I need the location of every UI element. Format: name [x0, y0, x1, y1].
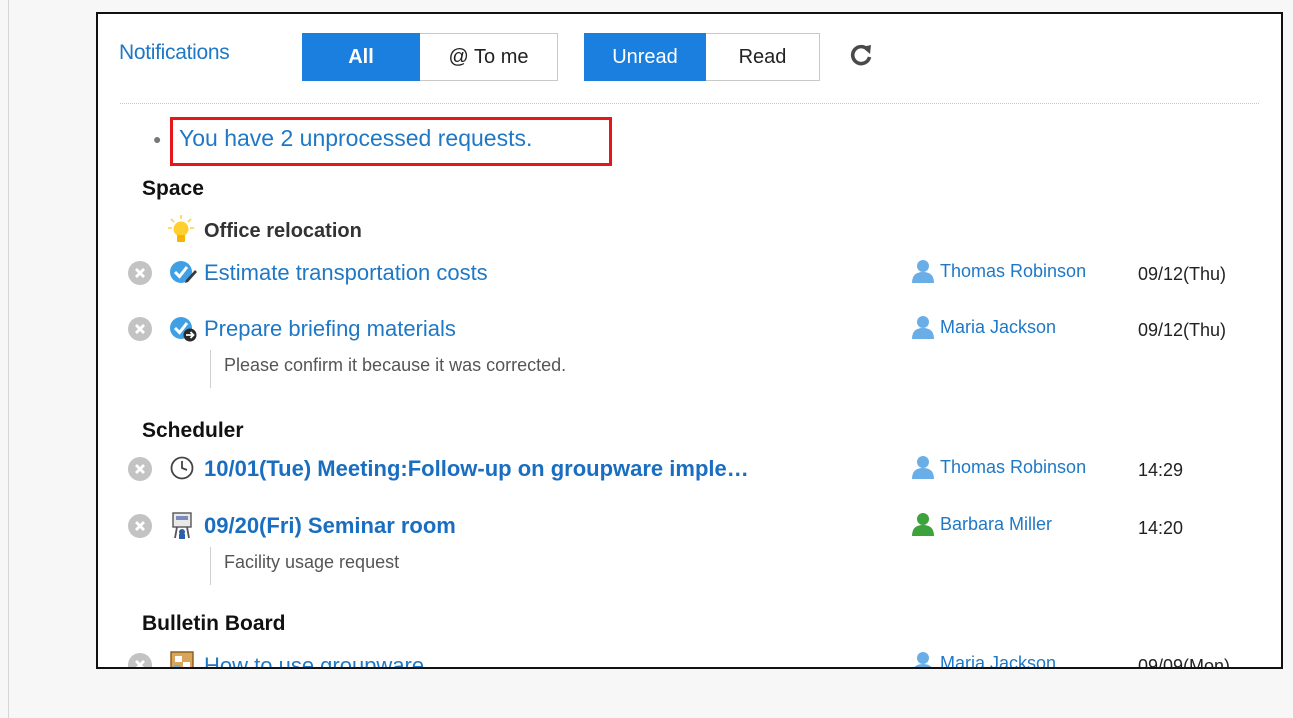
- user-name: Maria Jackson: [940, 316, 1057, 337]
- dismiss-icon[interactable]: [128, 261, 152, 285]
- notification-title-link[interactable]: Prepare briefing materials: [204, 316, 456, 342]
- left-divider: [8, 0, 9, 718]
- filter-unread-button[interactable]: Unread: [584, 33, 706, 81]
- timestamp: 09/12(Thu): [1138, 264, 1227, 284]
- user-link[interactable]: Maria Jackson: [910, 314, 1056, 340]
- timestamp: 09/09(Mon): [1138, 656, 1231, 669]
- user-icon: [912, 316, 934, 339]
- notification-comment: Please confirm it because it was correct…: [210, 350, 566, 388]
- user-link[interactable]: Thomas Robinson: [910, 454, 1086, 480]
- filter-all-button[interactable]: All: [302, 33, 420, 81]
- subgroup-title: Office relocation: [204, 220, 362, 242]
- dismiss-icon[interactable]: [128, 514, 152, 538]
- section-title-scheduler: Scheduler: [142, 419, 244, 442]
- notification-title-link[interactable]: 09/20(Fri) Seminar room: [204, 513, 456, 539]
- notification-title-link[interactable]: 10/01(Tue) Meeting:Follow-up on groupwar…: [204, 456, 749, 482]
- user-icon: [912, 260, 934, 283]
- notifications-header: Notifications All @ To me Unread Read: [98, 14, 1281, 94]
- task-edit-icon: [169, 258, 197, 286]
- facility-icon: [169, 511, 197, 539]
- notification-title-link[interactable]: How to use groupware: [204, 653, 424, 667]
- timestamp: 14:29: [1138, 460, 1184, 480]
- lightbulb-icon: [168, 215, 196, 243]
- bullet: ●: [153, 131, 162, 147]
- notification-comment: Facility usage request: [210, 547, 399, 585]
- user-link[interactable]: Maria Jackson: [910, 650, 1057, 669]
- bulletin-icon: [169, 650, 197, 667]
- highlight-box: [170, 117, 612, 166]
- user-name: Barbara Miller: [940, 513, 1053, 534]
- user-icon: [912, 513, 934, 536]
- dismiss-icon[interactable]: [128, 457, 152, 481]
- refresh-icon[interactable]: [848, 42, 874, 68]
- section-title-space: Space: [142, 177, 204, 200]
- user-icon: [912, 456, 934, 479]
- status-filter: Unread Read: [584, 33, 820, 81]
- notifications-panel: Notifications All @ To me Unread Read ● …: [96, 12, 1283, 669]
- user-name: Maria Jackson: [940, 652, 1057, 669]
- dismiss-icon[interactable]: [128, 653, 152, 667]
- user-name: Thomas Robinson: [940, 456, 1087, 477]
- task-forward-icon: [169, 314, 197, 342]
- dismiss-icon[interactable]: [128, 317, 152, 341]
- user-link[interactable]: Thomas Robinson: [910, 258, 1086, 284]
- user-name: Thomas Robinson: [940, 260, 1087, 281]
- section-title-bulletin-board: Bulletin Board: [142, 612, 286, 635]
- filter-to-me-button[interactable]: @ To me: [420, 33, 558, 81]
- user-link[interactable]: Barbara Miller: [910, 511, 1052, 537]
- header-divider: [120, 103, 1259, 104]
- timestamp: 09/12(Thu): [1138, 320, 1227, 340]
- timestamp: 14:20: [1138, 518, 1184, 538]
- clock-icon: [169, 455, 197, 483]
- notification-title-link[interactable]: Estimate transportation costs: [204, 260, 488, 286]
- page-title: Notifications: [119, 41, 230, 64]
- filter-read-button[interactable]: Read: [706, 33, 820, 81]
- target-filter: All @ To me: [302, 33, 558, 81]
- user-icon: [914, 652, 932, 667]
